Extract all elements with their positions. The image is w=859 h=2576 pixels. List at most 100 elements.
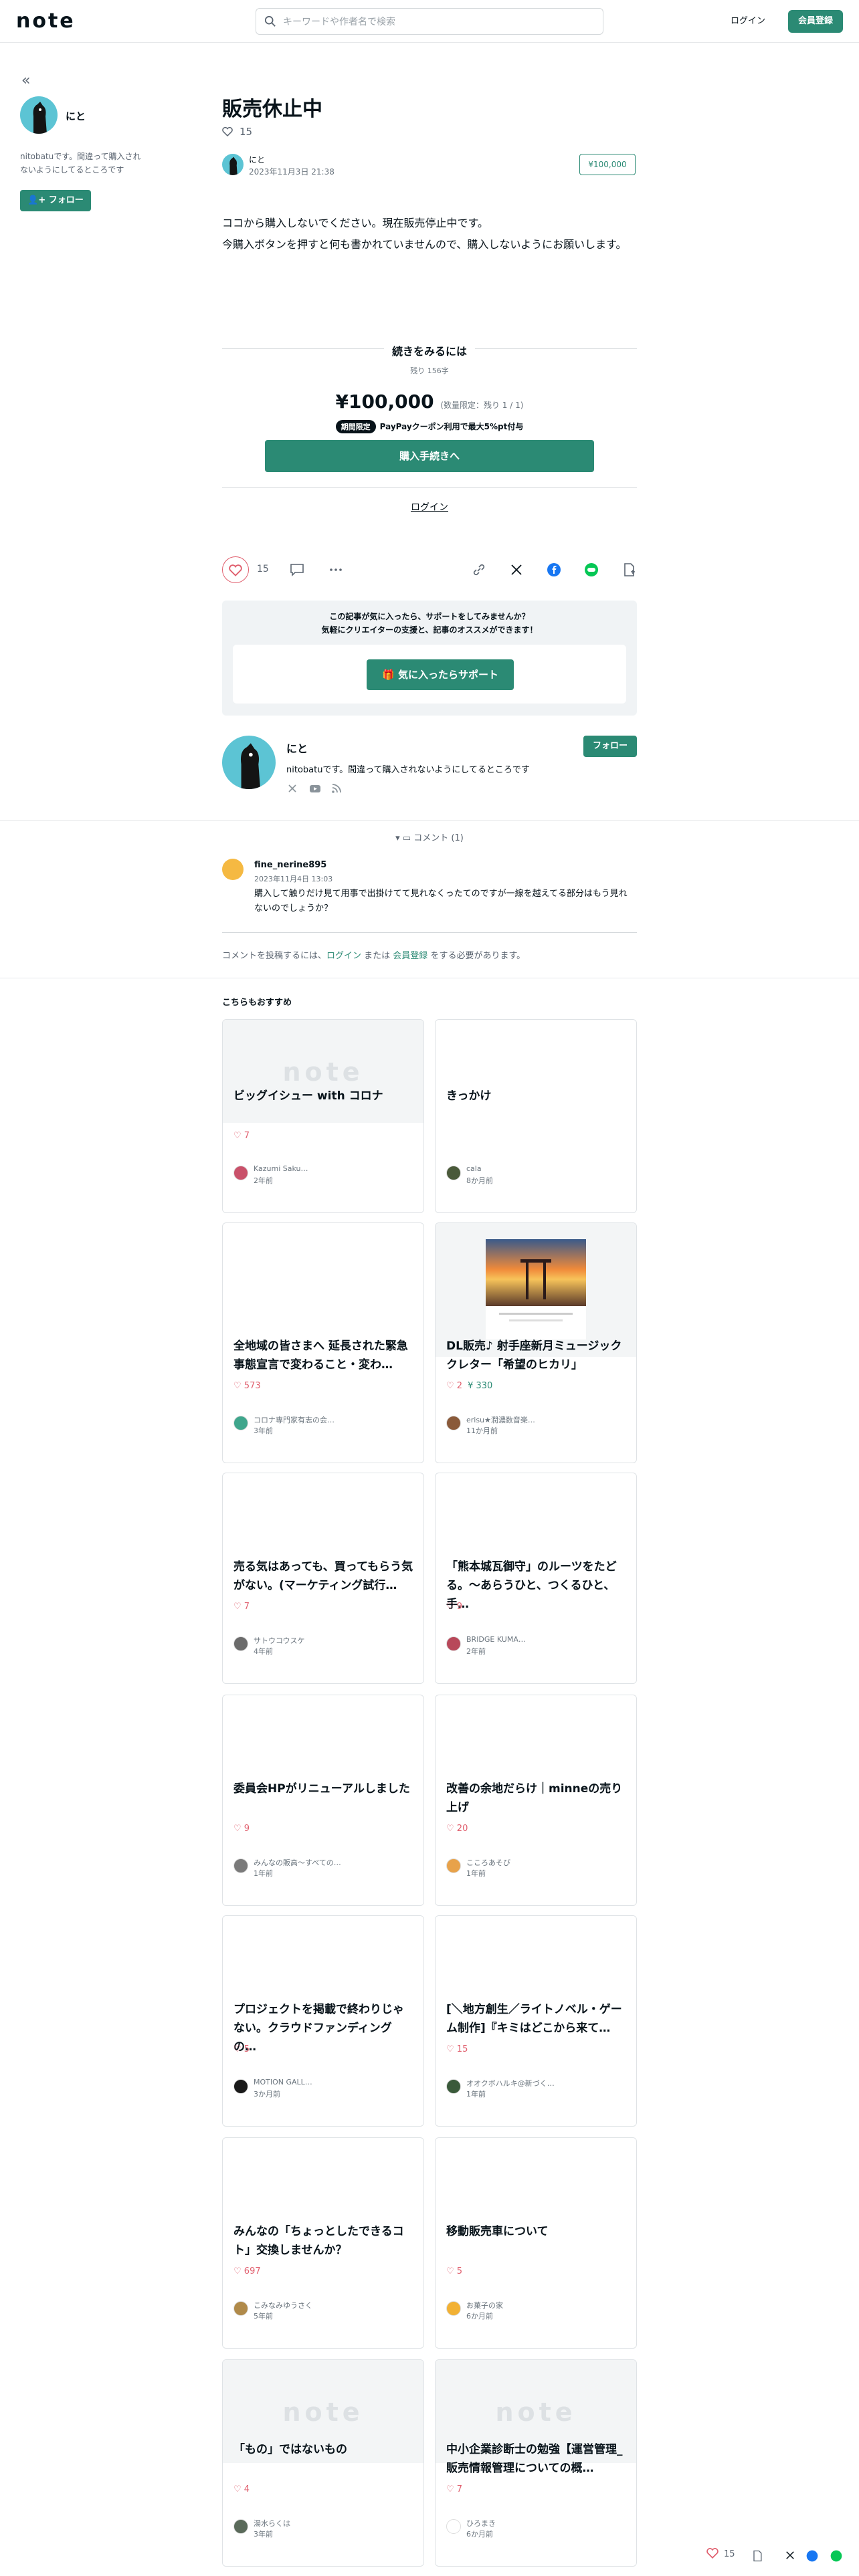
card-author[interactable]: お菓子の家 [466, 2300, 503, 2311]
card-author[interactable]: みんなの販高〜すべての… [254, 1857, 341, 1868]
recommend-card[interactable]: 移動販売車について ♡ 5 お菓子の家 6か月前 [435, 2137, 637, 2349]
recommend-card[interactable]: みんなの「ちょっとしたできるコト」交換しませんか？ ♡ 697 こみなみゆうさく 5年… [222, 2137, 424, 2349]
card-author[interactable]: こころあそび [466, 1857, 510, 1868]
card-author-avatar[interactable] [446, 2301, 461, 2316]
card-author-avatar[interactable] [446, 2079, 461, 2094]
card-title: 「もの」ではないもの [233, 2443, 347, 2456]
line-share-icon[interactable] [583, 562, 599, 578]
comment-divider [222, 932, 637, 933]
collapse-sidebar-icon[interactable]: « [21, 72, 30, 89]
card-author[interactable]: erisu★潤濃数音楽… [466, 1414, 535, 1425]
card-likes: ♡ 9 [446, 1602, 462, 1612]
comment-icon[interactable] [289, 562, 305, 578]
author-card-name[interactable]: にと [286, 740, 308, 756]
card-time: 2年前 [254, 1176, 273, 1185]
recommend-card[interactable]: note 「もの」ではないもの ♡ 4 湯水らくは 3年前 [222, 2359, 424, 2567]
card-author[interactable]: コロナ専門家有志の会… [254, 1414, 335, 1425]
more-icon[interactable] [328, 562, 344, 578]
card-title: 移動販売車について [446, 2225, 549, 2238]
magazine-add-icon[interactable] [751, 2549, 764, 2563]
facebook-share-icon[interactable] [546, 562, 562, 578]
note-or: または [361, 951, 393, 961]
card-author[interactable]: BRIDGE KUMA… [466, 1635, 526, 1644]
magazine-add-icon[interactable] [621, 562, 637, 578]
article-likes[interactable]: 15 [222, 126, 252, 138]
recommend-card[interactable]: きっかけ cala 8か月前 [435, 1019, 637, 1213]
comments-toggle[interactable]: ▾ ▭ コメント (1) [222, 831, 637, 843]
support-message: この記事が気に入ったら、サポートをしてみませんか？ 気軽にクリエイターの支援と、… [222, 610, 637, 637]
line-share-icon[interactable] [830, 2549, 843, 2563]
card-author-avatar[interactable] [233, 1166, 248, 1180]
creator-avatar[interactable] [20, 96, 58, 134]
heart-icon: ♡ [446, 1381, 457, 1391]
card-author-avatar[interactable] [446, 1166, 461, 1180]
author-name-small[interactable]: にと [249, 154, 265, 165]
commenter-avatar[interactable] [222, 859, 244, 880]
card-author-avatar[interactable] [446, 1416, 461, 1430]
card-likes: ♡ 15 [446, 2044, 468, 2054]
card-likes-count: 573 [244, 1381, 261, 1391]
card-author[interactable]: cala [466, 1164, 482, 1173]
recommend-card[interactable]: 「熊本城瓦御守」のルーツをたどる。〜あらうひと、つくるひと、手… ♡ 9 BRIDG… [435, 1473, 637, 1684]
heart-icon: ♡ [233, 2266, 244, 2276]
facebook-share-icon[interactable] [805, 2549, 819, 2563]
float-like[interactable]: 15 [706, 2548, 735, 2567]
paywall-price-value: ¥100,000 [335, 391, 434, 413]
search-box[interactable] [256, 8, 603, 35]
recommend-card[interactable]: 委員会HPがリニューアルしました ♡ 9 みんなの販高〜すべての… 1年前 [222, 1695, 424, 1906]
link-icon[interactable] [471, 562, 487, 578]
purchase-button[interactable]: 購入手続きへ [265, 440, 594, 472]
recommend-card[interactable]: note ビッグイシュー with コロナ ♡ 7 Kazumi Saku… 2年前 [222, 1019, 424, 1213]
header-signup-button[interactable]: 会員登録 [788, 10, 843, 33]
card-author[interactable]: MOTION GALL… [254, 2078, 312, 2086]
recommend-card[interactable]: 売る気はあっても、買ってもらう気がない。(マーケティング試行… ♡ 7 サトウコウス… [222, 1473, 424, 1684]
author-card-avatar[interactable] [222, 736, 276, 789]
comment-login-link[interactable]: ログイン [326, 951, 361, 961]
support-button[interactable]: 🎁 気に入ったらサポート [367, 659, 514, 690]
card-author-avatar[interactable] [233, 1636, 248, 1651]
card-author[interactable]: 湯水らくは [254, 2518, 290, 2529]
youtube-icon[interactable] [309, 782, 321, 794]
card-author-avatar[interactable] [233, 2079, 248, 2094]
recommend-card[interactable]: note 中小企業診断士の勉強【運営管理_販売情報管理についての概… ♡ 7 ひろまき… [435, 2359, 637, 2567]
card-author[interactable]: サトウコウスケ [254, 1635, 305, 1646]
commenter-name[interactable]: fine_nerine895 [254, 860, 326, 870]
card-author-avatar[interactable] [233, 2519, 248, 2534]
header-login-link[interactable]: ログイン [731, 13, 765, 26]
card-author-avatar[interactable] [233, 2301, 248, 2316]
recommend-card[interactable]: DL販売♪ 射手座新月ミュージッククレター「希望のヒカリ」 ♡ 2 ¥ 330 eri… [435, 1222, 637, 1463]
card-time: 4年前 [254, 1647, 273, 1656]
card-author-avatar[interactable] [233, 1416, 248, 1430]
recommend-card[interactable]: [＼地方創生／ライトノベル・ゲーム制作]『キミはどこから来て… ♡ 15 オオクボハ… [435, 1915, 637, 2127]
card-author-avatar[interactable] [446, 2519, 461, 2534]
x-profile-icon[interactable] [286, 782, 298, 794]
author-card-follow-button[interactable]: フォロー [583, 736, 637, 757]
sidebar-follow-button[interactable]: 👤+ フォロー [20, 190, 91, 211]
paywall-login-link[interactable]: ログイン [222, 500, 637, 514]
comment-signup-link[interactable]: 会員登録 [393, 951, 427, 961]
card-author[interactable]: オオクボハルキ@新づく… [466, 2078, 555, 2088]
like-button[interactable] [222, 556, 249, 583]
note-logo[interactable]: note [16, 9, 76, 33]
creator-name[interactable]: にと [66, 109, 86, 123]
card-author[interactable]: Kazumi Saku… [254, 1164, 308, 1173]
recommend-card[interactable]: 改善の余地だらけ｜minneの売り上げ ♡ 20 こころあそび 1年前 [435, 1695, 637, 1906]
x-share-icon[interactable] [784, 2549, 796, 2561]
card-title: ビッグイシュー with コロナ [233, 1089, 383, 1103]
card-author[interactable]: こみなみゆうさく [254, 2300, 312, 2311]
heart-icon: ♡ [446, 1824, 457, 1834]
sunset-image [486, 1239, 586, 1339]
recommend-card[interactable]: 全地域の皆さまへ 延長された緊急事態宣言で変わること・変わ… ♡ 573 コロナ専門… [222, 1222, 424, 1463]
card-author-avatar[interactable] [446, 1636, 461, 1651]
search-input[interactable] [283, 14, 591, 30]
gift-icon: 🎁 [382, 669, 398, 681]
rss-icon[interactable] [330, 782, 343, 794]
card-author-avatar[interactable] [233, 1858, 248, 1873]
card-author[interactable]: ひろまき [466, 2518, 496, 2529]
author-avatar-small[interactable] [222, 154, 244, 175]
site-header: note ログイン 会員登録 [0, 0, 859, 43]
card-author-avatar[interactable] [446, 1858, 461, 1873]
recommend-card[interactable]: プロジェクトを掲載で終わりじゃない。クラウドファンディングの… ♡ 5 MOTION… [222, 1915, 424, 2127]
x-share-icon[interactable] [508, 562, 524, 578]
card-time: 1年前 [466, 1869, 486, 1878]
